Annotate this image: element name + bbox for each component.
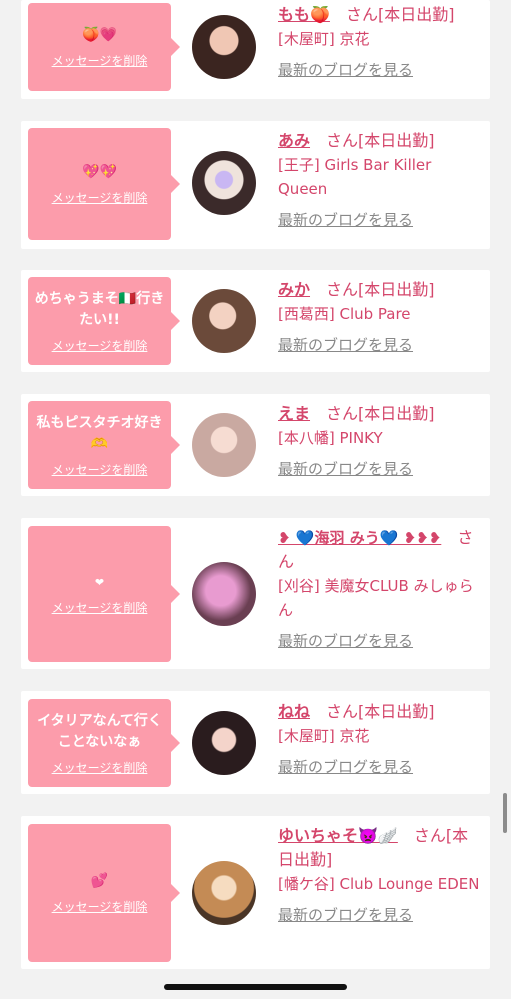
message-card: イタリアなんて行くことないなぁ メッセージを削除 ねね さん[本日出勤] [木屋… [21, 691, 490, 794]
delete-message-link[interactable]: メッセージを削除 [52, 461, 148, 478]
status-badge: [本日出勤] [358, 131, 435, 150]
message-text: ❤ [94, 576, 105, 589]
cast-info: ゆいちゃそ👿🪽 さん[本日出勤] [幡ケ谷] Club Lounge EDEN … [278, 824, 484, 926]
message-card: ❤ メッセージを削除 ❥ 💙海羽 みう💙 ❥❥❥ さん [刈谷] 美魔女CLUB… [21, 518, 490, 669]
delete-message-link[interactable]: メッセージを削除 [52, 599, 148, 616]
avatar[interactable] [192, 151, 256, 215]
cast-name-link[interactable]: えま [278, 404, 310, 423]
shop-name: [本八幡] PINKY [278, 429, 383, 447]
message-bubble: 💕 メッセージを削除 [28, 824, 180, 962]
latest-blog-link[interactable]: 最新のブログを見る [278, 756, 484, 778]
cast-info: もも🍑 さん[本日出勤] [木屋町] 京花 最新のブログを見る [278, 3, 484, 81]
message-card: 💖💖 メッセージを削除 あみ さん[本日出勤] [王子] Girls Bar K… [21, 121, 490, 249]
cast-name-link[interactable]: ❥ 💙海羽 みう💙 ❥❥❥ [278, 529, 441, 547]
status-badge: [本日出勤] [377, 5, 455, 24]
shop-name: [王子] Girls Bar Killer Queen [278, 156, 432, 198]
avatar[interactable] [192, 562, 256, 626]
honorific: さん [326, 702, 359, 721]
shop-name: [西葛西] Club Pare [278, 305, 411, 323]
delete-message-link[interactable]: メッセージを削除 [52, 52, 148, 69]
avatar[interactable] [192, 861, 256, 925]
message-card: 🍑💗 メッセージを削除 もも🍑 さん[本日出勤] [木屋町] 京花 最新のブログ… [21, 0, 490, 99]
cast-info: あみ さん[本日出勤] [王子] Girls Bar Killer Queen … [278, 129, 484, 231]
delete-message-link[interactable]: メッセージを削除 [52, 898, 148, 915]
cast-info: ねね さん[本日出勤] [木屋町] 京花 最新のブログを見る [278, 700, 484, 778]
latest-blog-link[interactable]: 最新のブログを見る [278, 334, 484, 356]
message-text: 💕 [90, 873, 109, 889]
latest-blog-link[interactable]: 最新のブログを見る [278, 458, 484, 480]
message-text: イタリアなんて行くことないなぁ [37, 712, 162, 750]
shop-name: [木屋町] 京花 [278, 727, 370, 745]
delete-message-link[interactable]: メッセージを削除 [52, 759, 148, 776]
latest-blog-link[interactable]: 最新のブログを見る [278, 904, 484, 926]
message-text: 🍑💗 [82, 27, 117, 43]
message-bubble: めちゃうまそ🇮🇹行きたい!! メッセージを削除 [28, 277, 180, 365]
cast-name-link[interactable]: あみ [278, 131, 310, 150]
honorific: さん [326, 280, 359, 299]
avatar[interactable] [192, 711, 256, 775]
message-bubble: 私もピスタチオ好き🫶 メッセージを削除 [28, 401, 180, 489]
cast-name-link[interactable]: ねね [278, 702, 310, 721]
delete-message-link[interactable]: メッセージを削除 [52, 189, 148, 206]
message-bubble: 💖💖 メッセージを削除 [28, 128, 180, 240]
honorific: さん [326, 404, 359, 423]
message-text: 💖💖 [82, 164, 117, 180]
message-text: めちゃうまそ🇮🇹行きたい!! [34, 290, 165, 328]
honorific: さん [326, 131, 359, 150]
cast-info: ❥ 💙海羽 みう💙 ❥❥❥ さん [刈谷] 美魔女CLUB みしゅらん 最新のブ… [278, 526, 484, 652]
status-badge: [本日出勤] [358, 280, 435, 299]
latest-blog-link[interactable]: 最新のブログを見る [278, 59, 484, 81]
status-badge: [本日出勤] [358, 404, 435, 423]
latest-blog-link[interactable]: 最新のブログを見る [278, 630, 484, 652]
shop-name: [幡ケ谷] Club Lounge EDEN [278, 875, 480, 893]
message-card: 💕 メッセージを削除 ゆいちゃそ👿🪽 さん[本日出勤] [幡ケ谷] Club L… [21, 816, 490, 969]
status-badge: [本日出勤] [358, 702, 435, 721]
avatar[interactable] [192, 289, 256, 353]
avatar[interactable] [192, 413, 256, 477]
cast-info: みか さん[本日出勤] [西葛西] Club Pare 最新のブログを見る [278, 278, 484, 356]
message-text: 私もピスタチオ好き🫶 [36, 414, 163, 452]
honorific: さん [413, 826, 446, 845]
message-card: 私もピスタチオ好き🫶 メッセージを削除 えま さん[本日出勤] [本八幡] PI… [21, 394, 490, 496]
message-bubble: 🍑💗 メッセージを削除 [28, 3, 180, 91]
honorific: さん [345, 5, 378, 24]
scrollbar[interactable] [503, 793, 507, 833]
home-indicator[interactable] [164, 984, 347, 990]
latest-blog-link[interactable]: 最新のブログを見る [278, 209, 484, 231]
shop-name: [刈谷] 美魔女CLUB みしゅらん [278, 577, 474, 619]
cast-name-link[interactable]: ゆいちゃそ👿🪽 [278, 826, 398, 845]
shop-name: [木屋町] 京花 [278, 30, 370, 48]
avatar[interactable] [192, 15, 256, 79]
message-card: めちゃうまそ🇮🇹行きたい!! メッセージを削除 みか さん[本日出勤] [西葛西… [21, 270, 490, 372]
cast-name-link[interactable]: みか [278, 280, 310, 299]
message-bubble: イタリアなんて行くことないなぁ メッセージを削除 [28, 699, 180, 787]
delete-message-link[interactable]: メッセージを削除 [52, 337, 148, 354]
cast-info: えま さん[本日出勤] [本八幡] PINKY 最新のブログを見る [278, 402, 484, 480]
message-bubble: ❤ メッセージを削除 [28, 526, 180, 662]
cast-name-link[interactable]: もも🍑 [278, 5, 330, 24]
